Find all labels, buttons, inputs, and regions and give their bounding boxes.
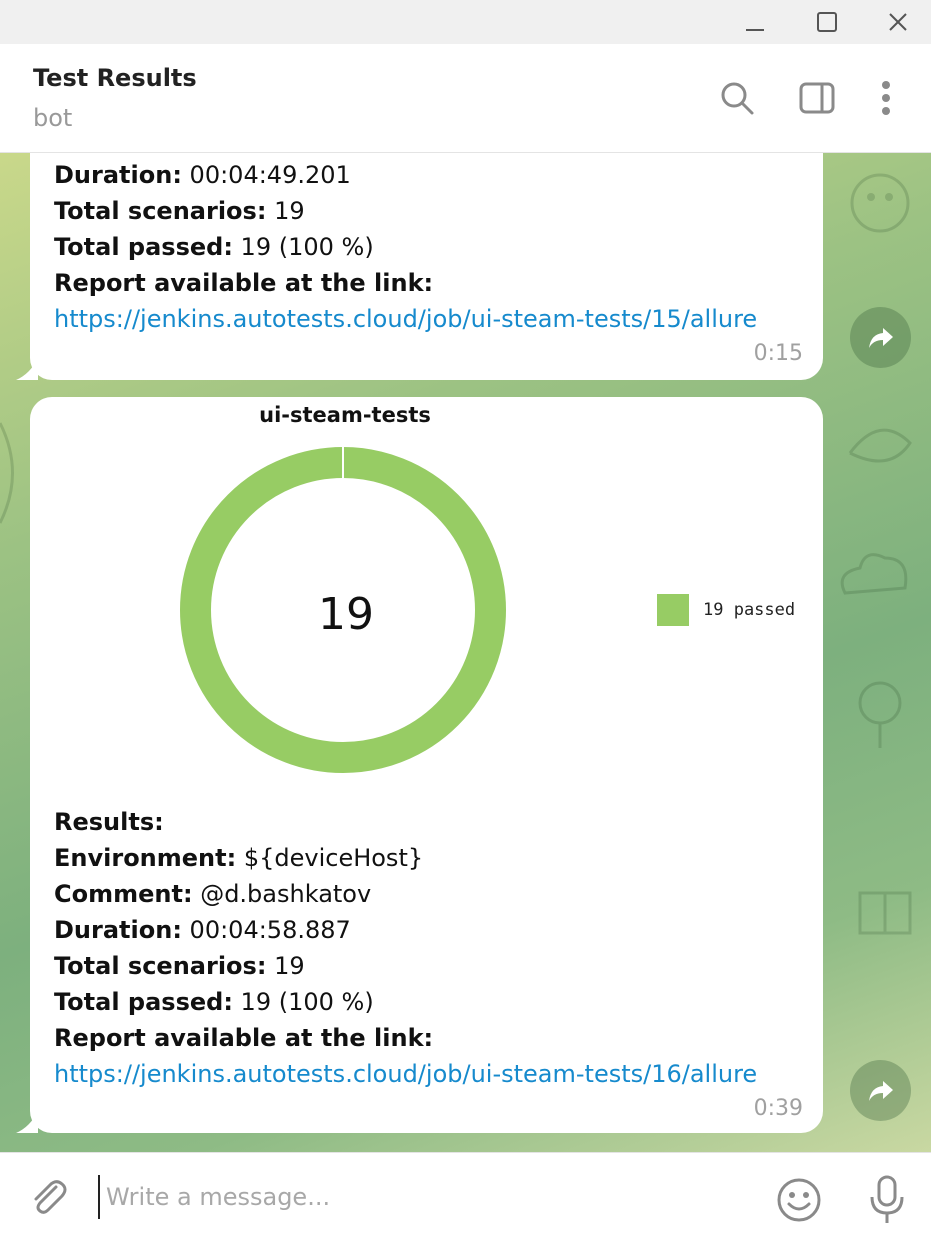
bubble-tail (16, 358, 38, 380)
sidebar-toggle-icon[interactable] (797, 78, 837, 118)
doodle-dog-icon (850, 173, 910, 233)
legend-label: 19 passed (703, 600, 796, 620)
report-label-line: Report available at the link: (54, 1024, 434, 1052)
message-composer (0, 1152, 931, 1241)
bubble-tail (16, 1111, 38, 1133)
total-scenarios-line: Total scenarios: 19 (54, 952, 305, 980)
doodle-gift-icon (858, 891, 912, 935)
total-passed-line: Total passed: 19 (100 %) (54, 988, 374, 1016)
paperclip-icon[interactable] (26, 1175, 70, 1219)
chat-area[interactable]: Duration: 00:04:49.201 Total scenarios: … (0, 153, 931, 1152)
microphone-icon[interactable] (866, 1175, 908, 1225)
forward-button[interactable] (850, 307, 911, 368)
more-vertical-icon[interactable] (866, 78, 906, 118)
chart-title: ui-steam-tests (259, 403, 431, 427)
chat-header: Test Results bot (0, 44, 931, 153)
window-titlebar (0, 0, 931, 44)
maximize-icon[interactable] (809, 6, 845, 38)
doodle-cloud-icon (840, 553, 908, 595)
doodle-leaf-icon (0, 422, 14, 524)
close-icon[interactable] (880, 6, 916, 38)
legend-swatch (657, 594, 689, 626)
message-time: 0:15 (753, 341, 803, 366)
report-label-line: Report available at the link: (54, 269, 434, 297)
message-bubble[interactable]: 19 ui-steam-tests 19 passed Results: Env… (16, 397, 823, 1133)
doodle-tree-icon (858, 681, 902, 748)
search-icon[interactable] (717, 78, 757, 118)
total-scenarios-line: Total scenarios: 19 (54, 197, 305, 225)
report-link[interactable]: https://jenkins.autotests.cloud/job/ui-s… (54, 1060, 757, 1088)
minimize-icon[interactable] (737, 6, 773, 38)
environment-line: Environment: ${deviceHost} (54, 844, 424, 872)
message-bubble[interactable]: Duration: 00:04:49.201 Total scenarios: … (16, 153, 823, 380)
duration-line: Duration: 00:04:49.201 (54, 161, 351, 189)
chat-subtitle: bot (33, 104, 73, 132)
report-link[interactable]: https://jenkins.autotests.cloud/job/ui-s… (54, 305, 757, 333)
emoji-icon[interactable] (776, 1177, 822, 1223)
results-line: Results: (54, 808, 164, 836)
total-passed-line: Total passed: 19 (100 %) (54, 233, 374, 261)
chart-center-label: 19 (318, 589, 374, 640)
forward-arrow-icon (868, 1080, 893, 1101)
forward-arrow-icon (868, 327, 893, 348)
message-time: 0:39 (753, 1096, 803, 1121)
message-input[interactable] (98, 1175, 738, 1219)
forward-button[interactable] (850, 1060, 911, 1121)
chat-title[interactable]: Test Results (33, 64, 197, 92)
comment-line: Comment: @d.bashkatov (54, 880, 372, 908)
duration-line: Duration: 00:04:58.887 (54, 916, 351, 944)
doodle-bird-icon (848, 428, 912, 463)
